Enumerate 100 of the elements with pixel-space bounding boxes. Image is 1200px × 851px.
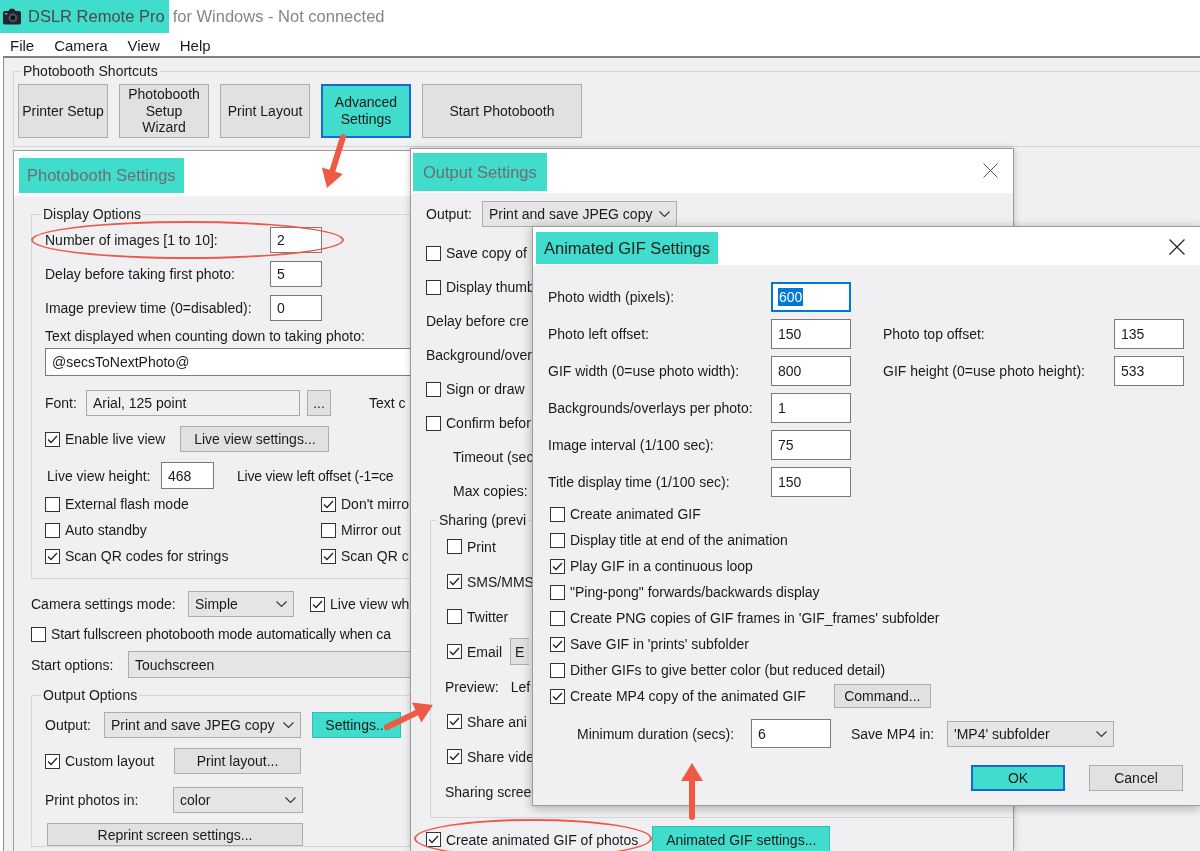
number-field[interactable]: 600 — [771, 282, 851, 312]
settings-button[interactable]: Settings... — [312, 712, 401, 738]
checkbox[interactable] — [45, 753, 60, 769]
menu-item[interactable]: Help — [179, 37, 211, 54]
number-field[interactable]: 150 — [771, 467, 851, 497]
checkbox[interactable] — [31, 626, 46, 642]
dropdown[interactable]: Print and save JPEG copy — [482, 201, 677, 227]
selected-text[interactable]: 600 — [778, 288, 804, 306]
checkbox[interactable] — [45, 522, 60, 538]
shortcut-button[interactable]: Photobooth Setup Wizard — [119, 84, 209, 138]
checkbox[interactable] — [550, 688, 565, 704]
checkbox[interactable] — [550, 636, 565, 652]
menu-item[interactable]: View — [127, 37, 160, 54]
checkbox[interactable] — [550, 532, 565, 548]
checkbox[interactable] — [45, 548, 60, 564]
menu-item[interactable]: File — [10, 37, 35, 54]
dialog-button[interactable]: OK — [971, 765, 1065, 791]
checkbox[interactable] — [321, 496, 336, 512]
group-label: Display Options — [42, 206, 143, 223]
checkbox[interactable] — [447, 644, 462, 659]
number-field[interactable]: 135 — [1114, 319, 1184, 349]
checkbox[interactable] — [45, 496, 60, 512]
checkbox[interactable] — [426, 832, 441, 847]
checkbox[interactable] — [447, 609, 462, 624]
reprint-settings-button[interactable]: Reprint screen settings... — [47, 823, 303, 846]
live-view-settings-button[interactable]: Live view settings... — [180, 426, 330, 452]
checkbox[interactable] — [550, 584, 565, 600]
dialog-title: Animated GIF Settings — [536, 232, 718, 264]
number-field[interactable]: 800 — [771, 356, 851, 386]
checkbox[interactable] — [447, 539, 462, 554]
field-label: Timeout (sec — [453, 449, 534, 465]
shortcut-button[interactable]: Print Layout — [220, 84, 310, 138]
field-label: Font: — [45, 395, 78, 411]
camera-icon — [3, 8, 21, 25]
field-label: Background/over — [426, 347, 532, 363]
dropdown[interactable]: Touchscreen — [128, 651, 410, 678]
checkbox[interactable] — [550, 558, 565, 574]
checkbox-label: Display title at end of the animation — [570, 532, 788, 548]
checkbox-label: Confirm befor — [446, 415, 531, 431]
number-field[interactable]: 150 — [771, 319, 851, 349]
field-label: Text displayed when counting down to taking photo: — [45, 328, 365, 344]
text-field[interactable]: @secsToNextPhoto@ — [45, 348, 410, 376]
number-field[interactable]: 468 — [161, 462, 214, 489]
number-field[interactable]: 2 — [270, 227, 322, 253]
field-label: Max copies: — [453, 483, 528, 499]
dialog-button[interactable]: Cancel — [1089, 765, 1183, 791]
chevron-down-icon — [1096, 730, 1107, 737]
checkbox-label: Twitter — [467, 608, 509, 625]
dropdown[interactable]: 'MP4' subfolder — [947, 720, 1114, 747]
browse-button[interactable]: ... — [307, 390, 331, 416]
checkbox-label: Scan QR codes for strings — [65, 548, 229, 564]
number-field[interactable]: 5 — [270, 261, 322, 287]
checkbox[interactable] — [426, 279, 441, 295]
close-icon[interactable] — [1169, 239, 1185, 255]
checkbox-label: Don't mirro — [341, 496, 410, 512]
checkbox[interactable] — [447, 574, 462, 589]
checkbox-label: Sign or draw — [446, 381, 525, 397]
number-field[interactable]: 0 — [270, 295, 322, 321]
field-label: Number of images [1 to 10]: — [45, 232, 219, 248]
checkbox-label: Create animated GIF — [570, 506, 701, 522]
checkbox[interactable] — [550, 506, 565, 522]
font-field[interactable]: Arial, 125 point — [86, 390, 300, 416]
menu-item[interactable]: Camera — [54, 37, 108, 54]
shortcut-button[interactable]: Start Photobooth — [422, 84, 582, 138]
command-button[interactable]: Command... — [833, 684, 931, 708]
field-label: Sharing scree — [445, 783, 532, 800]
number-field[interactable]: 533 — [1114, 356, 1184, 386]
checkbox[interactable] — [550, 662, 565, 678]
email-settings-button[interactable]: E — [510, 638, 529, 665]
field-value: Lef — [510, 678, 531, 695]
group-label: Output Options — [42, 687, 139, 704]
number-field[interactable]: 75 — [771, 430, 851, 460]
checkbox[interactable] — [45, 431, 60, 447]
checkbox[interactable] — [447, 749, 462, 764]
close-icon[interactable] — [983, 163, 998, 178]
shortcut-button[interactable]: Advanced Settings — [321, 84, 411, 138]
field-label: Output: — [426, 206, 473, 222]
checkbox-label: Play GIF in a continuous loop — [570, 558, 753, 574]
number-field[interactable]: 1 — [771, 393, 851, 423]
callout-arrow — [320, 133, 348, 189]
checkbox[interactable] — [447, 714, 462, 729]
dropdown[interactable]: Print and save JPEG copy — [104, 712, 301, 738]
checkbox[interactable] — [321, 522, 336, 538]
checkbox[interactable] — [550, 610, 565, 626]
field-label: Image preview time (0=disabled): — [45, 300, 253, 316]
checkbox[interactable] — [321, 548, 336, 564]
field-label: Delay before cre — [426, 313, 529, 329]
dropdown[interactable]: color — [173, 787, 303, 813]
checkbox-label: Share ani — [467, 713, 527, 730]
checkbox[interactable] — [426, 415, 441, 431]
print-layout-button[interactable]: Print layout... — [174, 748, 301, 774]
checkbox-label: Save GIF in 'prints' subfolder — [570, 636, 749, 652]
checkbox[interactable] — [426, 381, 441, 397]
dropdown[interactable]: Simple — [188, 591, 294, 617]
field-label: Save MP4 in: — [851, 725, 936, 742]
checkbox[interactable] — [310, 596, 325, 612]
shortcut-button[interactable]: Printer Setup — [18, 84, 108, 138]
checkbox[interactable] — [426, 245, 441, 261]
number-field[interactable]: 6 — [751, 719, 831, 748]
gif-settings-button[interactable]: Animated GIF settings... — [652, 826, 831, 851]
